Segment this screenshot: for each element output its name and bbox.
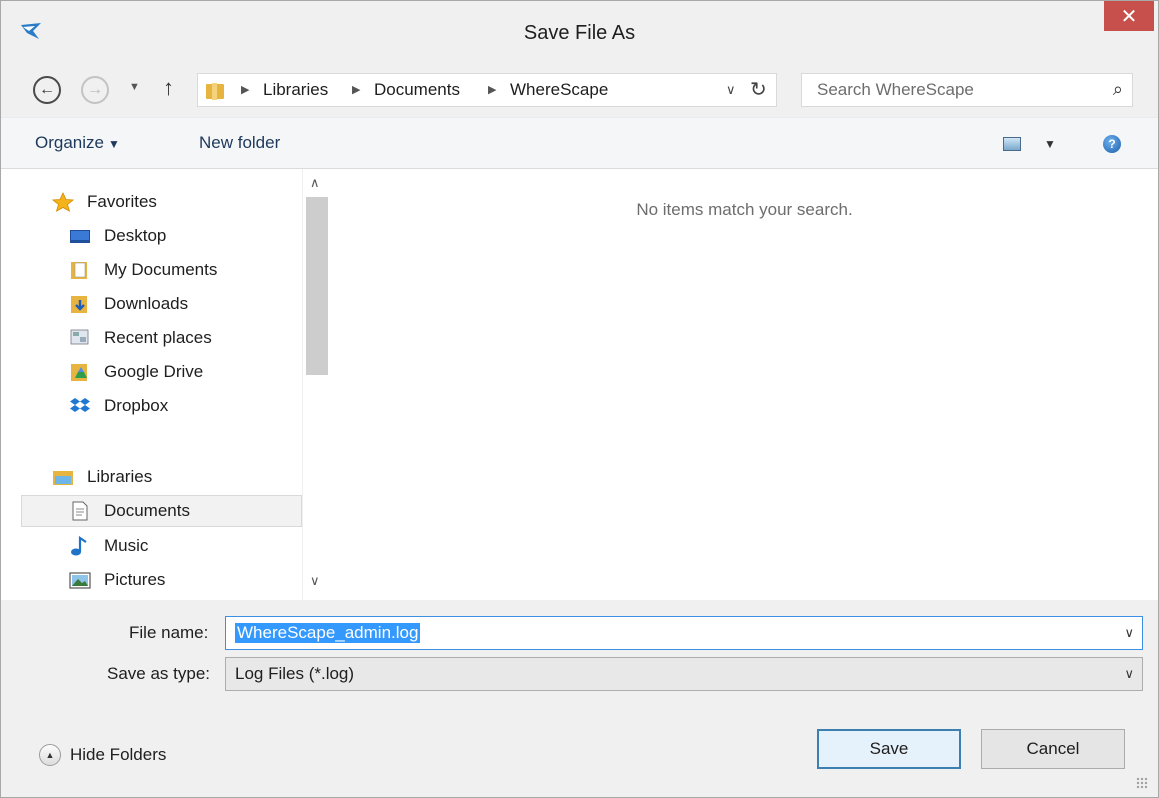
chevron-up-icon: ▲ (39, 744, 61, 766)
forward-button[interactable]: → (81, 76, 109, 104)
breadcrumb-documents[interactable]: Documents (374, 80, 460, 100)
forward-arrow-icon: → (87, 81, 103, 98)
chevron-down-icon[interactable]: ∨ (1124, 666, 1134, 682)
refresh-icon[interactable]: ↻ (750, 77, 767, 102)
command-toolbar: Organize ▼ New folder ▼ ? (1, 117, 1158, 169)
breadcrumb-separator-icon: ▶ (352, 84, 361, 96)
new-folder-button[interactable]: New folder (199, 133, 280, 153)
document-icon (72, 501, 88, 521)
save-file-dialog: Save File As ✕ ← → ▼ ↑ ▶ Libraries ▶ Doc… (0, 0, 1159, 798)
sidebar-item-music[interactable]: Music (21, 530, 302, 562)
sidebar-item-favorites[interactable]: Favorites (21, 186, 302, 218)
up-button[interactable]: ↑ (163, 75, 174, 101)
sidebar-item-label: Libraries (87, 467, 153, 486)
sidebar-item-label: Dropbox (104, 396, 169, 415)
back-button[interactable]: ← (33, 76, 61, 104)
save-button[interactable]: Save (817, 729, 961, 769)
hide-folders-button[interactable]: ▲ Hide Folders (39, 744, 166, 766)
recent-locations-button[interactable]: ▼ (129, 81, 140, 93)
back-arrow-icon: ← (39, 81, 55, 98)
pictures-icon (69, 572, 91, 589)
documents-folder-icon (71, 262, 87, 279)
scroll-down-icon[interactable]: ∨ (310, 573, 320, 589)
breadcrumb-separator-icon: ▶ (241, 84, 250, 96)
help-icon[interactable]: ? (1103, 135, 1121, 153)
save-as-type-label: Save as type: (107, 664, 211, 683)
empty-results-message: No items match your search. (636, 200, 853, 219)
chevron-down-icon: ▼ (107, 137, 120, 151)
search-placeholder: Search WhereScape (817, 80, 974, 99)
sidebar-item-label: Google Drive (104, 362, 204, 381)
file-name-field[interactable]: WhereScape_admin.log ∨ (225, 616, 1143, 650)
resize-grip-icon[interactable] (1136, 777, 1148, 789)
organize-button[interactable]: Organize ▼ (35, 133, 120, 153)
search-input[interactable]: Search WhereScape ⌕ (801, 73, 1133, 107)
downloads-folder-icon (71, 296, 87, 313)
sidebar-item-label: My Documents (104, 260, 218, 279)
cancel-button[interactable]: Cancel (981, 729, 1125, 769)
organize-label: Organize (35, 133, 104, 152)
address-bar[interactable]: ▶ Libraries ▶ Documents ▶ WhereScape ∨ ↻ (197, 73, 777, 107)
sidebar-item-label: Downloads (104, 294, 189, 313)
sidebar-item-downloads[interactable]: Downloads (21, 288, 302, 320)
hide-folders-label: Hide Folders (70, 745, 167, 764)
navigation-bar: ← → ▼ ↑ ▶ Libraries ▶ Documents ▶ WhereS… (1, 65, 1158, 117)
address-history-dropdown[interactable]: ∨ (726, 82, 736, 98)
navigation-pane: Favorites Desktop My Documents Downloads… (1, 169, 331, 600)
sidebar-item-label: Recent places (104, 328, 212, 347)
sidebar-item-documents[interactable]: Documents (21, 495, 302, 527)
view-icon[interactable] (1003, 137, 1021, 151)
sidebar-item-label: Music (104, 536, 149, 555)
music-note-icon (71, 536, 87, 556)
sidebar-item-desktop[interactable]: Desktop (21, 220, 302, 252)
file-name-label: File name: (129, 623, 209, 642)
sidebar-item-label: Favorites (87, 192, 157, 211)
save-as-type-value: Log Files (*.log) (235, 664, 355, 683)
search-icon[interactable]: ⌕ (1113, 79, 1123, 100)
save-as-type-select[interactable]: Log Files (*.log) ∨ (225, 657, 1143, 691)
breadcrumb-libraries[interactable]: Libraries (263, 80, 328, 100)
sidebar-item-dropbox[interactable]: Dropbox (21, 390, 302, 422)
desktop-icon (70, 230, 90, 243)
sidebar-item-google-drive[interactable]: Google Drive (21, 356, 302, 388)
close-button[interactable]: ✕ (1104, 1, 1154, 31)
sidebar-item-libraries[interactable]: Libraries (21, 461, 302, 493)
google-drive-icon (71, 364, 87, 381)
file-name-value: WhereScape_admin.log (235, 623, 421, 643)
sidebar-item-recent-places[interactable]: Recent places (21, 322, 302, 354)
file-fields-section: File name: WhereScape_admin.log ∨ Save a… (1, 600, 1158, 708)
libraries-icon (53, 471, 73, 485)
sidebar-item-my-documents[interactable]: My Documents (21, 254, 302, 286)
sidebar-item-label: Desktop (104, 226, 167, 245)
breadcrumb-wherescape[interactable]: WhereScape (510, 80, 608, 100)
view-options-chevron-icon[interactable]: ▼ (1044, 137, 1056, 151)
recent-places-icon (70, 329, 89, 345)
close-icon: ✕ (1120, 5, 1138, 28)
chevron-down-icon: ▼ (129, 81, 140, 93)
chevron-down-icon[interactable]: ∨ (1124, 625, 1134, 641)
star-icon (52, 192, 74, 212)
file-list-pane[interactable]: No items match your search. (331, 169, 1158, 600)
breadcrumb-separator-icon: ▶ (488, 84, 497, 96)
up-arrow-icon: ↑ (163, 75, 174, 100)
scrollbar-thumb[interactable] (306, 197, 328, 375)
folder-icon (206, 83, 224, 100)
scroll-up-icon[interactable]: ∧ (310, 175, 320, 191)
window-title: Save File As (523, 22, 636, 44)
dropbox-icon (70, 398, 90, 412)
title-bar: Save File As ✕ (1, 1, 1158, 65)
sidebar-item-label: Documents (104, 501, 190, 520)
sidebar-item-pictures[interactable]: Pictures (21, 564, 302, 596)
dialog-footer: ▲ Hide Folders Save Cancel (1, 708, 1158, 797)
sidebar-item-label: Pictures (104, 570, 166, 589)
navigation-scrollbar[interactable]: ∧ ∨ (302, 169, 331, 600)
